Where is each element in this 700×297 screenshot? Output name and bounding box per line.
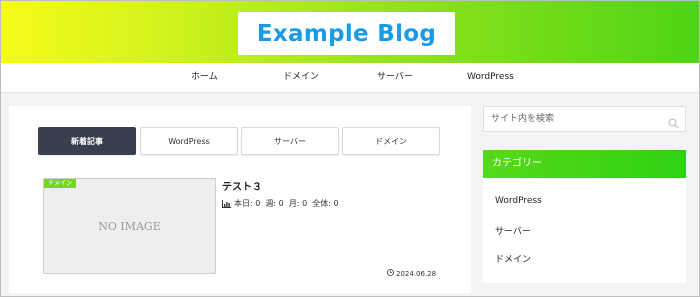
category-item-domain[interactable]: ドメイン xyxy=(495,252,531,265)
bar-chart-icon xyxy=(222,199,231,208)
post-view-stats: 本日: 0 週: 0 月: 0 全体: 0 xyxy=(222,198,339,209)
post-thumbnail[interactable]: NO IMAGE ドメイン xyxy=(43,178,216,274)
nav-item-wordpress[interactable]: WordPress xyxy=(467,63,514,92)
category-widget: カテゴリー WordPress サーバー ドメイン xyxy=(483,150,686,283)
search-icon[interactable] xyxy=(668,114,679,129)
site-logo-text: Example Blog xyxy=(256,20,437,47)
tab-new-posts[interactable]: 新着記事 xyxy=(38,127,136,155)
sidebar-search xyxy=(483,106,686,132)
no-image-placeholder: NO IMAGE xyxy=(98,219,161,233)
category-badge: ドメイン xyxy=(44,179,77,188)
post-date-text: 2024.06.28 xyxy=(396,269,437,278)
search-input[interactable] xyxy=(484,107,664,131)
category-widget-title: カテゴリー xyxy=(483,150,686,178)
clock-icon xyxy=(387,269,394,278)
post-stats-text: 本日: 0 週: 0 月: 0 全体: 0 xyxy=(234,199,339,208)
nav-item-home[interactable]: ホーム xyxy=(191,63,218,92)
nav-item-server[interactable]: サーバー xyxy=(377,63,413,92)
site-header: Example Blog xyxy=(1,1,699,63)
post-title[interactable]: テスト３ xyxy=(222,178,262,193)
post-date: 2024.06.28 xyxy=(387,269,436,278)
category-item-server[interactable]: サーバー xyxy=(495,224,531,237)
tab-server[interactable]: サーバー xyxy=(241,127,339,155)
main-content-card: 新着記事 WordPress サーバー ドメイン NO IMAGE ドメイン テ… xyxy=(9,106,471,293)
site-logo-link[interactable]: Example Blog xyxy=(238,12,455,55)
global-nav: ホーム ドメイン サーバー WordPress xyxy=(1,63,699,93)
nav-item-domain[interactable]: ドメイン xyxy=(283,63,319,92)
tab-wordpress[interactable]: WordPress xyxy=(140,127,238,155)
tab-domain[interactable]: ドメイン xyxy=(342,127,440,155)
category-item-wordpress[interactable]: WordPress xyxy=(495,196,542,206)
